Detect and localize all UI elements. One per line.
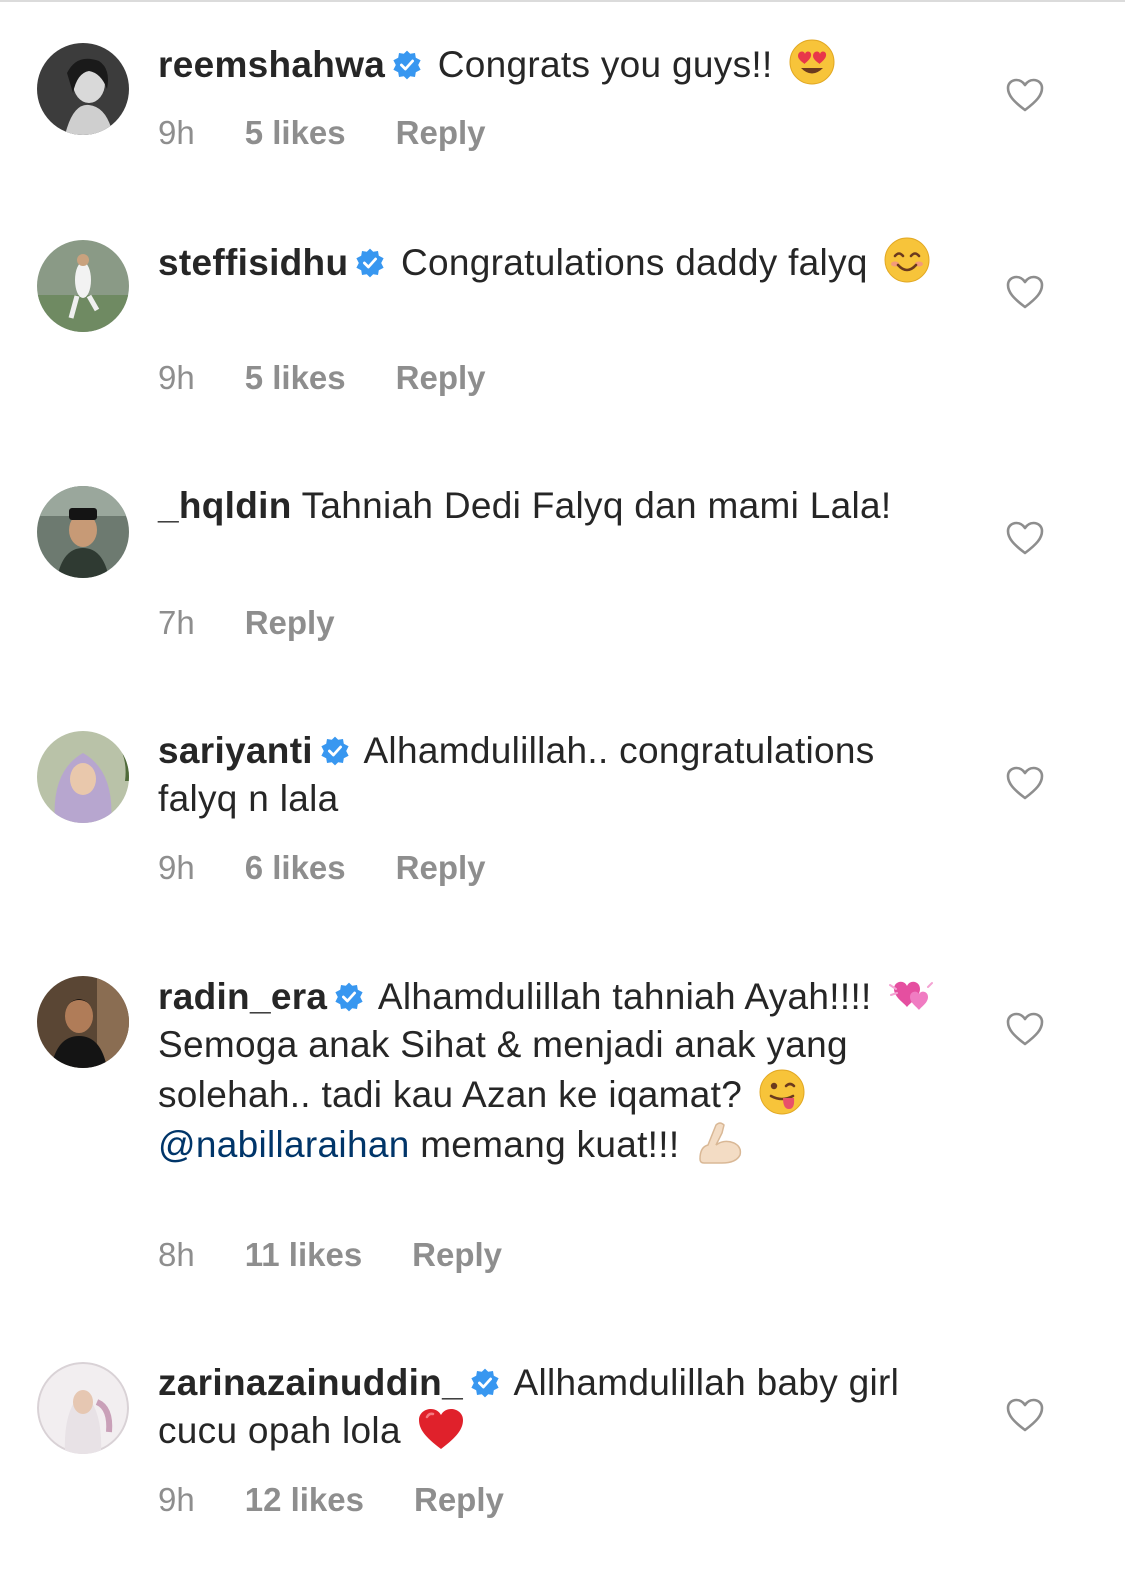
like-heart-icon[interactable] (1005, 274, 1045, 310)
verified-badge-icon (356, 248, 384, 278)
winking-tongue-emoji-icon (759, 1069, 805, 1115)
reply-button[interactable]: Reply (396, 358, 486, 398)
likes-count[interactable]: 11 likes (245, 1235, 362, 1275)
username[interactable]: reemshahwa (158, 44, 385, 85)
comment-text: sariyanti Alhamdulillah.. congratulation… (158, 727, 958, 823)
reply-button[interactable]: Reply (396, 113, 486, 153)
verified-badge-icon (321, 736, 349, 766)
timestamp: 9h (158, 359, 195, 396)
comment-body: Tahniah Dedi Falyq dan mami Lala! (301, 485, 892, 526)
username[interactable]: zarinazainuddin_ (158, 1362, 463, 1403)
reply-button[interactable]: Reply (414, 1480, 504, 1520)
smile-emoji-icon (884, 237, 930, 283)
avatar[interactable] (37, 1362, 129, 1454)
comment-text: _hqldin Tahniah Dedi Falyq dan mami Lala… (158, 482, 958, 530)
timestamp: 9h (158, 114, 195, 151)
reply-button[interactable]: Reply (396, 848, 486, 888)
comment-body-part3: memang kuat!!! (420, 1124, 680, 1165)
avatar[interactable] (37, 486, 129, 578)
comment-body-part2: Semoga anak Sihat & menjadi anak yang so… (158, 1024, 848, 1115)
like-heart-icon[interactable] (1005, 765, 1045, 801)
comment-text: zarinazainuddin_ Allhamdulillah baby gir… (158, 1359, 958, 1455)
verified-badge-icon (335, 982, 363, 1012)
avatar[interactable] (37, 731, 129, 823)
avatar[interactable] (37, 976, 129, 1068)
reply-button[interactable]: Reply (412, 1235, 502, 1275)
timestamp: 8h (158, 1236, 195, 1273)
red-heart-emoji-icon (419, 1409, 464, 1449)
verified-badge-icon (393, 50, 421, 80)
verified-badge-icon (471, 1368, 499, 1398)
like-heart-icon[interactable] (1005, 1397, 1045, 1433)
likes-count[interactable]: 5 likes (245, 113, 346, 153)
username[interactable]: _hqldin (158, 485, 292, 526)
comment-body-part1: Alhamdulillah tahniah Ayah!!!! (377, 976, 872, 1017)
comment-meta: 9h 6 likes Reply (158, 848, 536, 888)
reply-button[interactable]: Reply (245, 603, 335, 643)
comment-meta: 9h 12 likes Reply (158, 1480, 554, 1520)
likes-count[interactable]: 12 likes (245, 1480, 364, 1520)
comment-body: Congratulations daddy falyq (400, 242, 868, 283)
like-heart-icon[interactable] (1005, 1011, 1045, 1047)
comment-meta: 9h 5 likes Reply (158, 358, 536, 398)
comment-text: reemshahwa Congrats you guys!! (158, 39, 958, 89)
likes-count[interactable]: 5 likes (245, 358, 346, 398)
username[interactable]: radin_era (158, 976, 327, 1017)
like-heart-icon[interactable] (1005, 520, 1045, 556)
comment-meta: 9h 5 likes Reply (158, 113, 536, 153)
comment-meta: 7h Reply (158, 603, 385, 643)
timestamp: 9h (158, 849, 195, 886)
avatar[interactable] (37, 43, 129, 135)
timestamp: 7h (158, 604, 195, 641)
likes-count[interactable]: 6 likes (245, 848, 346, 888)
top-divider (0, 0, 1125, 2)
comment-text: radin_era Alhamdulillah tahniah Ayah!!!!… (158, 973, 958, 1169)
timestamp: 9h (158, 1481, 195, 1518)
two-hearts-emoji-icon (889, 981, 934, 1010)
mention-link[interactable]: @nabillaraihan (158, 1124, 410, 1165)
username[interactable]: steffisidhu (158, 242, 348, 283)
username[interactable]: sariyanti (158, 730, 313, 771)
comment-meta: 8h 11 likes Reply (158, 1235, 552, 1275)
comment-body: Congrats you guys!! (437, 44, 773, 85)
flexed-biceps-emoji-icon (699, 1122, 742, 1164)
avatar[interactable] (37, 240, 129, 332)
comment-text: steffisidhu Congratulations daddy falyq (158, 237, 958, 287)
heart-eyes-emoji-icon (789, 39, 835, 85)
like-heart-icon[interactable] (1005, 77, 1045, 113)
